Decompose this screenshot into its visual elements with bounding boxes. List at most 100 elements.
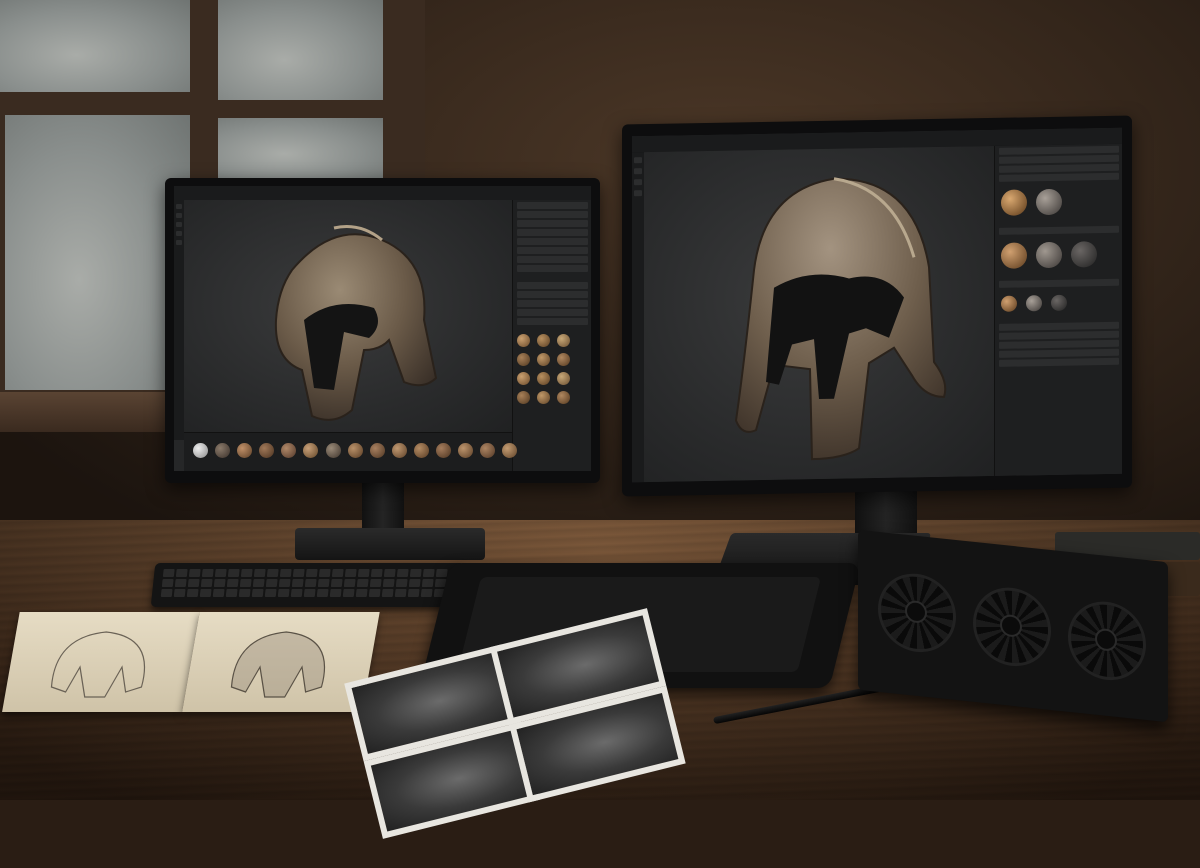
property-row[interactable] bbox=[999, 163, 1119, 173]
window-pane bbox=[218, 118, 383, 178]
material-sphere[interactable] bbox=[391, 443, 407, 458]
material-sphere[interactable] bbox=[1026, 295, 1043, 312]
key-grid bbox=[151, 563, 465, 603]
material-sphere[interactable] bbox=[325, 443, 341, 458]
right-monitor bbox=[622, 115, 1132, 497]
property-row[interactable] bbox=[999, 330, 1119, 340]
material-sphere[interactable] bbox=[1071, 241, 1098, 268]
material-preview-row bbox=[999, 292, 1119, 318]
helmet-sketch bbox=[50, 631, 146, 698]
toolbar-icon[interactable] bbox=[176, 204, 182, 209]
material-sphere[interactable] bbox=[281, 443, 297, 458]
material-sphere[interactable] bbox=[259, 443, 275, 458]
material-sphere[interactable] bbox=[557, 372, 571, 385]
toolbar-icon[interactable] bbox=[634, 179, 642, 186]
material-sphere[interactable] bbox=[347, 443, 363, 458]
property-row[interactable] bbox=[999, 348, 1119, 358]
material-sphere[interactable] bbox=[557, 334, 571, 347]
layer-row[interactable] bbox=[517, 211, 588, 218]
graphics-card bbox=[858, 529, 1168, 723]
toolbar-icon[interactable] bbox=[634, 168, 642, 175]
layer-row[interactable] bbox=[517, 265, 588, 272]
material-sphere[interactable] bbox=[517, 372, 530, 385]
property-row[interactable] bbox=[517, 291, 588, 298]
material-grid bbox=[516, 333, 589, 409]
material-sphere[interactable] bbox=[1036, 241, 1063, 269]
toolbar-icon[interactable] bbox=[634, 190, 642, 197]
property-row[interactable] bbox=[999, 278, 1119, 288]
material-sphere[interactable] bbox=[557, 353, 571, 366]
property-row[interactable] bbox=[517, 300, 588, 307]
texture-set-panel bbox=[994, 143, 1122, 476]
material-sphere[interactable] bbox=[557, 391, 571, 404]
keyboard bbox=[150, 563, 466, 607]
3d-viewport[interactable] bbox=[184, 200, 512, 432]
helmet-render bbox=[734, 177, 947, 461]
material-sphere[interactable] bbox=[458, 443, 474, 458]
layer-row[interactable] bbox=[517, 229, 588, 236]
property-row[interactable] bbox=[999, 145, 1119, 155]
material-sphere[interactable] bbox=[237, 443, 253, 458]
window-pane bbox=[218, 0, 383, 100]
fan-icon bbox=[878, 569, 956, 657]
property-row[interactable] bbox=[999, 154, 1119, 164]
layer-row[interactable] bbox=[517, 220, 588, 227]
toolbar-icon[interactable] bbox=[176, 240, 182, 245]
material-sphere[interactable] bbox=[215, 443, 231, 458]
toolbar-icon[interactable] bbox=[634, 157, 642, 164]
tool-strip[interactable] bbox=[632, 152, 644, 483]
material-sphere[interactable] bbox=[1001, 242, 1027, 269]
material-sphere[interactable] bbox=[517, 391, 530, 404]
material-sphere[interactable] bbox=[537, 353, 551, 366]
toolbar-icon[interactable] bbox=[176, 231, 182, 236]
fan-icon bbox=[1068, 597, 1146, 684]
material-sphere[interactable] bbox=[502, 443, 518, 458]
material-preview-row bbox=[999, 239, 1119, 275]
tool-strip[interactable] bbox=[174, 200, 184, 440]
material-sphere[interactable] bbox=[1001, 189, 1027, 216]
material-sphere[interactable] bbox=[517, 334, 530, 347]
property-row[interactable] bbox=[999, 172, 1119, 182]
material-sphere[interactable] bbox=[1036, 188, 1063, 216]
shelf-materials bbox=[192, 443, 518, 462]
menu-bar[interactable] bbox=[174, 186, 591, 201]
layer-row[interactable] bbox=[517, 256, 588, 263]
material-sphere[interactable] bbox=[413, 443, 429, 458]
property-row[interactable] bbox=[999, 339, 1119, 349]
material-sphere[interactable] bbox=[537, 391, 551, 404]
property-row[interactable] bbox=[517, 318, 588, 325]
property-row[interactable] bbox=[517, 309, 588, 316]
sketch-page bbox=[2, 612, 200, 712]
layer-row[interactable] bbox=[517, 202, 588, 209]
material-sphere[interactable] bbox=[1051, 294, 1068, 311]
window-pane bbox=[0, 0, 190, 92]
material-sphere[interactable] bbox=[193, 443, 208, 458]
left-monitor bbox=[165, 178, 600, 483]
material-sphere[interactable] bbox=[303, 443, 319, 458]
3d-viewport[interactable] bbox=[644, 145, 994, 483]
window-pane bbox=[5, 115, 190, 390]
layer-row[interactable] bbox=[517, 247, 588, 254]
left-screen bbox=[174, 186, 591, 471]
fan-icon bbox=[973, 583, 1051, 670]
toolbar-icon[interactable] bbox=[176, 213, 182, 218]
property-row[interactable] bbox=[999, 321, 1119, 331]
helmet-render bbox=[274, 225, 438, 421]
property-row[interactable] bbox=[999, 225, 1119, 235]
property-row[interactable] bbox=[517, 282, 588, 289]
material-shelf bbox=[184, 432, 518, 471]
material-sphere[interactable] bbox=[436, 443, 452, 458]
toolbar-icon[interactable] bbox=[176, 222, 182, 227]
layers-panel bbox=[512, 200, 591, 471]
property-row[interactable] bbox=[999, 357, 1119, 367]
layer-row[interactable] bbox=[517, 238, 588, 245]
material-sphere[interactable] bbox=[537, 334, 551, 347]
material-preview-row bbox=[999, 186, 1119, 222]
left-monitor-base bbox=[295, 528, 485, 560]
material-sphere[interactable] bbox=[369, 443, 385, 458]
material-sphere[interactable] bbox=[480, 443, 496, 458]
material-sphere[interactable] bbox=[1001, 295, 1017, 312]
right-screen bbox=[632, 127, 1122, 483]
material-sphere[interactable] bbox=[517, 353, 530, 366]
material-sphere[interactable] bbox=[537, 372, 551, 385]
